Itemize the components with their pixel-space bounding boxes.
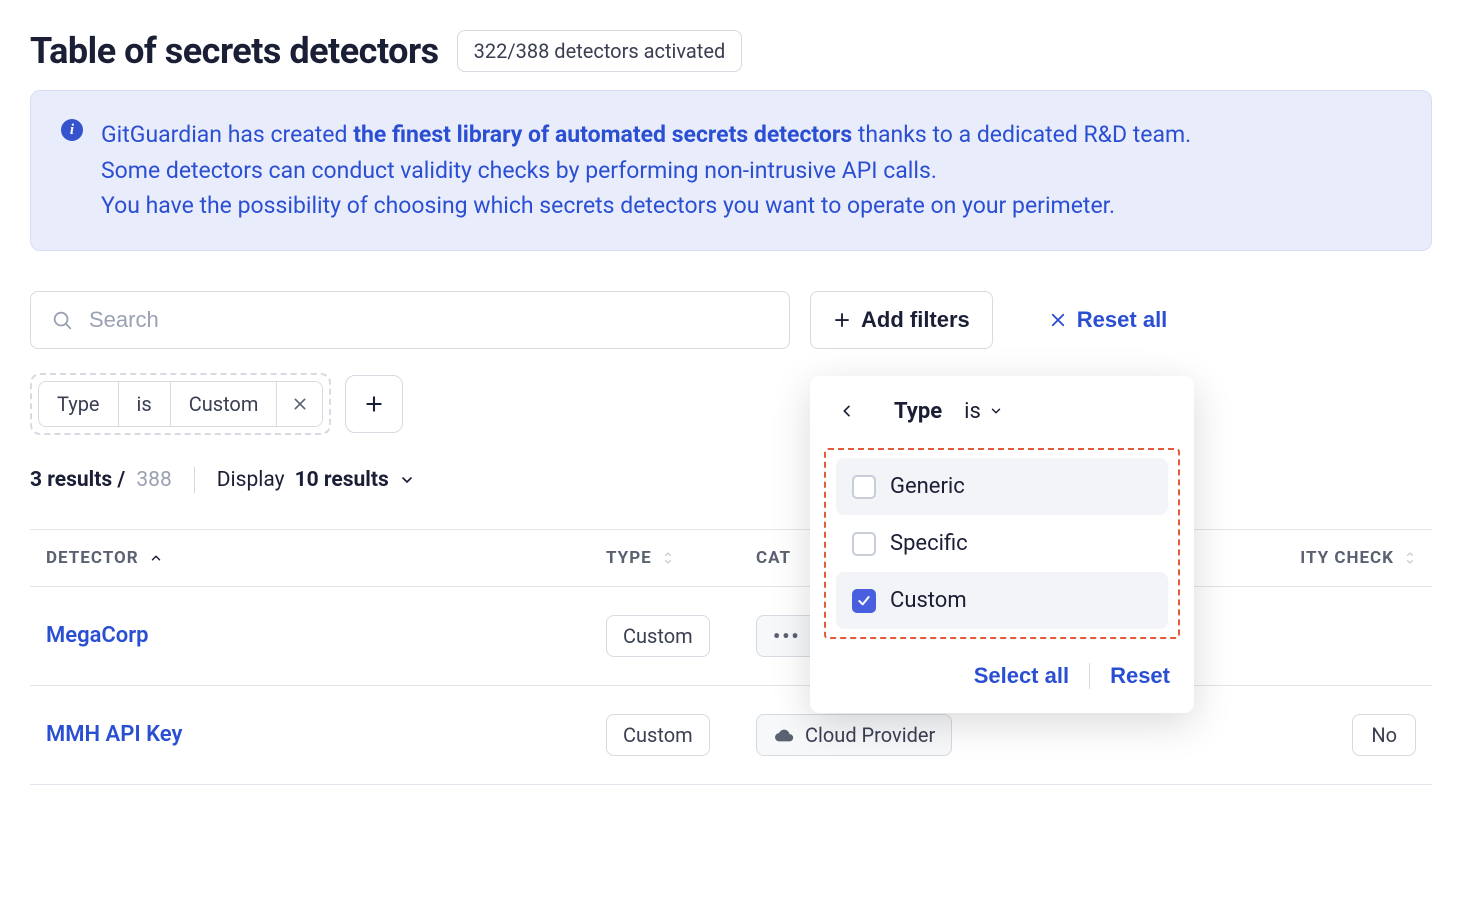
display-value: 10 results xyxy=(295,468,389,492)
chevron-down-icon xyxy=(399,472,415,488)
reset-button[interactable]: Reset xyxy=(1110,663,1170,689)
col-type-header[interactable]: TYPE xyxy=(606,548,724,568)
search-input[interactable] xyxy=(87,306,769,334)
popover-back-button[interactable] xyxy=(832,396,862,426)
option-label: Custom xyxy=(890,588,967,613)
category-label: Cloud Provider xyxy=(805,723,935,747)
plus-icon xyxy=(833,311,851,329)
info-line3: You have the possibility of choosing whi… xyxy=(101,192,1115,219)
reset-all-button[interactable]: Reset all xyxy=(1037,291,1180,349)
option-label: Specific xyxy=(890,531,968,556)
info-line1-bold: the finest library of automated secrets … xyxy=(353,121,852,148)
close-icon xyxy=(1049,311,1067,329)
category-tag: ••• xyxy=(756,615,818,657)
info-line1-post: thanks to a dedicated R&D team. xyxy=(852,121,1191,148)
reset-all-label: Reset all xyxy=(1077,307,1168,333)
category-tag: Cloud Provider xyxy=(756,714,952,756)
add-filters-button[interactable]: Add filters xyxy=(810,291,993,349)
results-count: 3 results / xyxy=(30,468,125,492)
checkbox-checked[interactable] xyxy=(852,589,876,613)
detectors-table: DETECTOR TYPE CAT xyxy=(30,529,1432,785)
separator xyxy=(194,467,195,493)
info-line2: Some detectors can conduct validity chec… xyxy=(101,157,937,184)
popover-option-specific[interactable]: Specific xyxy=(836,515,1168,572)
popover-title: Type xyxy=(894,399,942,424)
display-label: Display xyxy=(217,468,285,492)
page-title: Table of secrets detectors xyxy=(30,30,439,72)
chip-value: Custom xyxy=(171,381,278,427)
display-page-size[interactable]: Display 10 results xyxy=(217,468,415,492)
col-category-label: CAT xyxy=(756,548,791,568)
cloud-icon xyxy=(773,727,795,743)
add-filters-label: Add filters xyxy=(861,307,970,333)
detectors-count-badge: 322/388 detectors activated xyxy=(457,30,743,72)
filter-chip-type[interactable]: Type is Custom xyxy=(30,373,331,435)
chip-field: Type xyxy=(38,381,119,427)
ellipsis-icon: ••• xyxy=(773,624,801,648)
add-filter-chip-button[interactable] xyxy=(345,375,403,433)
info-line1-pre: GitGuardian has created xyxy=(101,121,353,148)
results-total: 388 xyxy=(136,468,171,492)
checkbox[interactable] xyxy=(852,532,876,556)
option-label: Generic xyxy=(890,474,965,499)
chip-operator: is xyxy=(119,381,171,427)
col-detector-label: DETECTOR xyxy=(46,548,139,568)
search-box[interactable] xyxy=(30,291,790,349)
checkbox[interactable] xyxy=(852,475,876,499)
filter-popover: Type is Generic Specific Custom Select a… xyxy=(810,376,1194,713)
col-detector-header[interactable]: DETECTOR xyxy=(46,548,574,568)
detector-link[interactable]: MMH API Key xyxy=(46,722,182,747)
col-type-label: TYPE xyxy=(606,548,652,568)
popover-option-custom[interactable]: Custom xyxy=(836,572,1168,629)
validity-value: No xyxy=(1352,714,1416,756)
chip-remove-button[interactable] xyxy=(277,381,323,427)
select-all-button[interactable]: Select all xyxy=(974,663,1069,689)
detector-link[interactable]: MegaCorp xyxy=(46,623,149,648)
type-tag: Custom xyxy=(606,615,710,657)
sort-asc-icon xyxy=(149,551,163,565)
separator xyxy=(1089,663,1090,689)
type-tag: Custom xyxy=(606,714,710,756)
info-text: GitGuardian has created the finest libra… xyxy=(101,117,1191,224)
info-icon: i xyxy=(61,119,83,141)
table-row[interactable]: MegaCorp Custom ••• xyxy=(30,586,1432,685)
table-row[interactable]: MMH API Key Custom Cloud Provider No xyxy=(30,685,1432,784)
sort-icon xyxy=(1404,550,1416,566)
sort-icon xyxy=(662,550,674,566)
popover-option-generic[interactable]: Generic xyxy=(836,458,1168,515)
search-icon xyxy=(51,309,73,331)
popover-options: Generic Specific Custom xyxy=(824,448,1180,639)
info-banner: i GitGuardian has created the finest lib… xyxy=(30,90,1432,251)
col-validity-label: ITY CHECK xyxy=(1300,548,1394,568)
popover-operator-label: is xyxy=(964,399,981,424)
popover-operator[interactable]: is xyxy=(964,399,1003,424)
chevron-down-icon xyxy=(989,404,1003,418)
